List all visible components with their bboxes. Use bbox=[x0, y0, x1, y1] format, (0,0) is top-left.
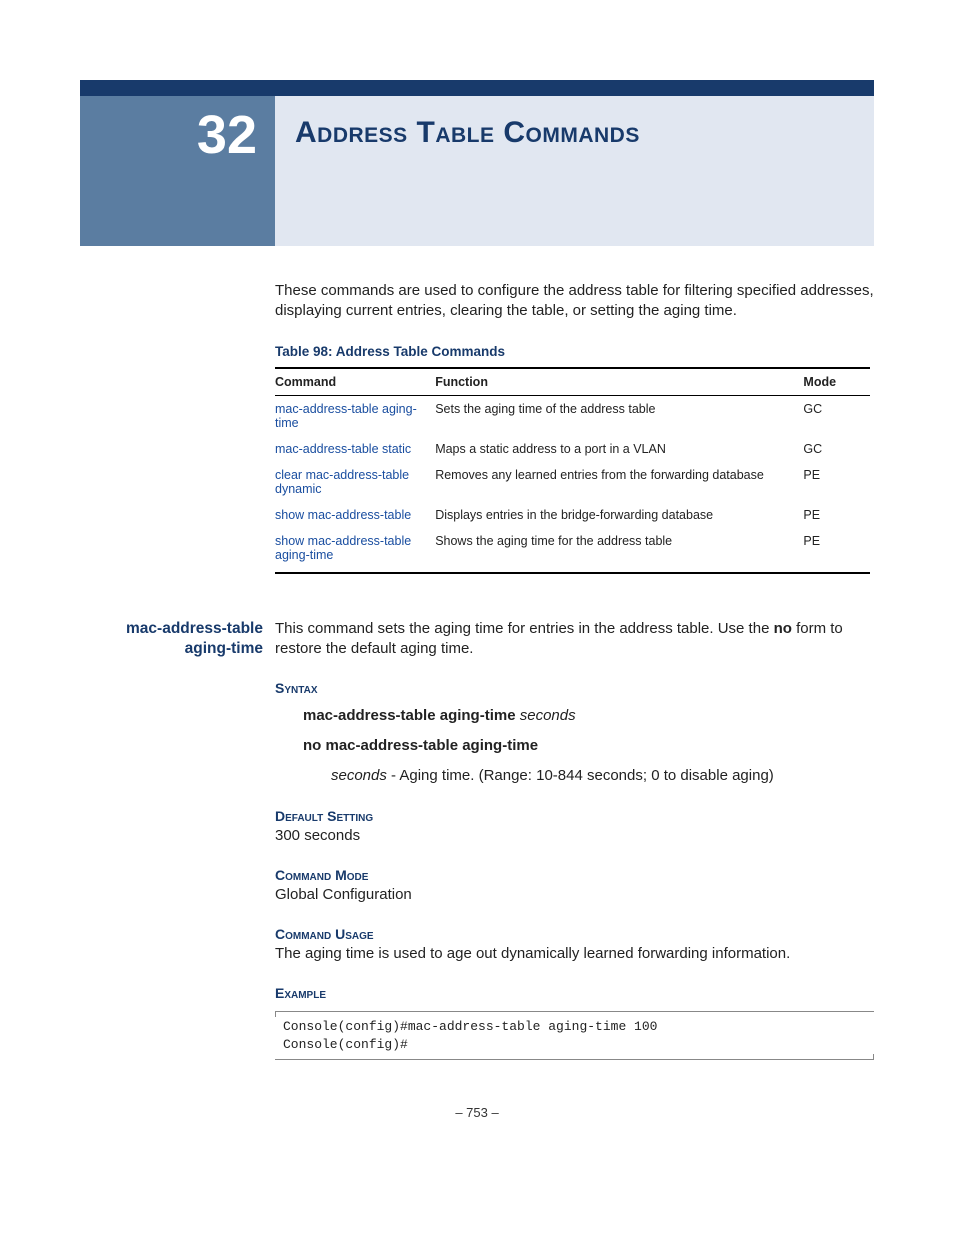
syntax-param: seconds - Aging time. (Range: 10-844 sec… bbox=[331, 766, 874, 786]
command-name-label: mac-address-table aging-time bbox=[80, 619, 275, 1061]
param-desc: - Aging time. (Range: 10-844 seconds; 0 … bbox=[387, 767, 774, 784]
command-function: Shows the aging time for the address tab… bbox=[435, 528, 803, 573]
command-link[interactable]: mac-address-table static bbox=[275, 436, 435, 462]
th-mode: Mode bbox=[803, 368, 870, 396]
mode-heading: Command Mode bbox=[275, 866, 874, 885]
syntax-command: mac-address-table aging-time bbox=[303, 707, 516, 724]
chapter-number-block: 32 bbox=[80, 96, 275, 246]
header-bar bbox=[80, 80, 874, 96]
example-code: Console(config)#mac-address-table aging-… bbox=[275, 1011, 874, 1060]
command-link[interactable]: show mac-address-table bbox=[275, 502, 435, 528]
command-link[interactable]: mac-address-table aging-time bbox=[275, 395, 435, 436]
command-mode: PE bbox=[803, 462, 870, 502]
chapter-number: 32 bbox=[197, 104, 257, 166]
table-row: mac-address-table aging-time Sets the ag… bbox=[275, 395, 870, 436]
param-name: seconds bbox=[331, 767, 387, 784]
command-mode: PE bbox=[803, 528, 870, 573]
syntax-no-form: no mac-address-table aging-time bbox=[303, 736, 874, 756]
table-caption: Table 98: Address Table Commands bbox=[275, 344, 874, 359]
summary-no-keyword: no bbox=[774, 620, 792, 637]
syntax-heading: Syntax bbox=[275, 679, 874, 698]
command-detail: mac-address-table aging-time This comman… bbox=[80, 619, 874, 1061]
command-function: Maps a static address to a port in a VLA… bbox=[435, 436, 803, 462]
usage-heading: Command Usage bbox=[275, 925, 874, 944]
command-function: Displays entries in the bridge-forwardin… bbox=[435, 502, 803, 528]
command-name-line2: aging-time bbox=[185, 640, 263, 657]
intro-paragraph: These commands are used to configure the… bbox=[275, 281, 874, 322]
commands-table: Command Function Mode mac-address-table … bbox=[275, 367, 870, 574]
command-function: Sets the aging time of the address table bbox=[435, 395, 803, 436]
page-number: – 753 – bbox=[80, 1105, 874, 1120]
chapter-title-block: Address Table Commands bbox=[275, 96, 874, 246]
table-row: clear mac-address-table dynamic Removes … bbox=[275, 462, 870, 502]
command-name-line1: mac-address-table bbox=[126, 620, 263, 637]
command-function: Removes any learned entries from the for… bbox=[435, 462, 803, 502]
mode-value: Global Configuration bbox=[275, 885, 874, 905]
syntax-line: mac-address-table aging-time seconds bbox=[303, 706, 874, 726]
table-row: show mac-address-table aging-time Shows … bbox=[275, 528, 870, 573]
chapter-title: Address Table Commands bbox=[295, 116, 874, 150]
default-value: 300 seconds bbox=[275, 826, 874, 846]
chapter-hero: 32 Address Table Commands bbox=[80, 96, 874, 246]
command-link[interactable]: clear mac-address-table dynamic bbox=[275, 462, 435, 502]
table-row: show mac-address-table Displays entries … bbox=[275, 502, 870, 528]
command-mode: GC bbox=[803, 395, 870, 436]
syntax-arg: seconds bbox=[520, 707, 576, 724]
default-heading: Default Setting bbox=[275, 807, 874, 826]
table-row: mac-address-table static Maps a static a… bbox=[275, 436, 870, 462]
command-mode: PE bbox=[803, 502, 870, 528]
summary-text: This command sets the aging time for ent… bbox=[275, 620, 774, 637]
example-heading: Example bbox=[275, 984, 874, 1003]
usage-value: The aging time is used to age out dynami… bbox=[275, 944, 874, 964]
command-link[interactable]: show mac-address-table aging-time bbox=[275, 528, 435, 573]
th-command: Command bbox=[275, 368, 435, 396]
command-mode: GC bbox=[803, 436, 870, 462]
th-function: Function bbox=[435, 368, 803, 396]
command-summary: This command sets the aging time for ent… bbox=[275, 619, 874, 660]
